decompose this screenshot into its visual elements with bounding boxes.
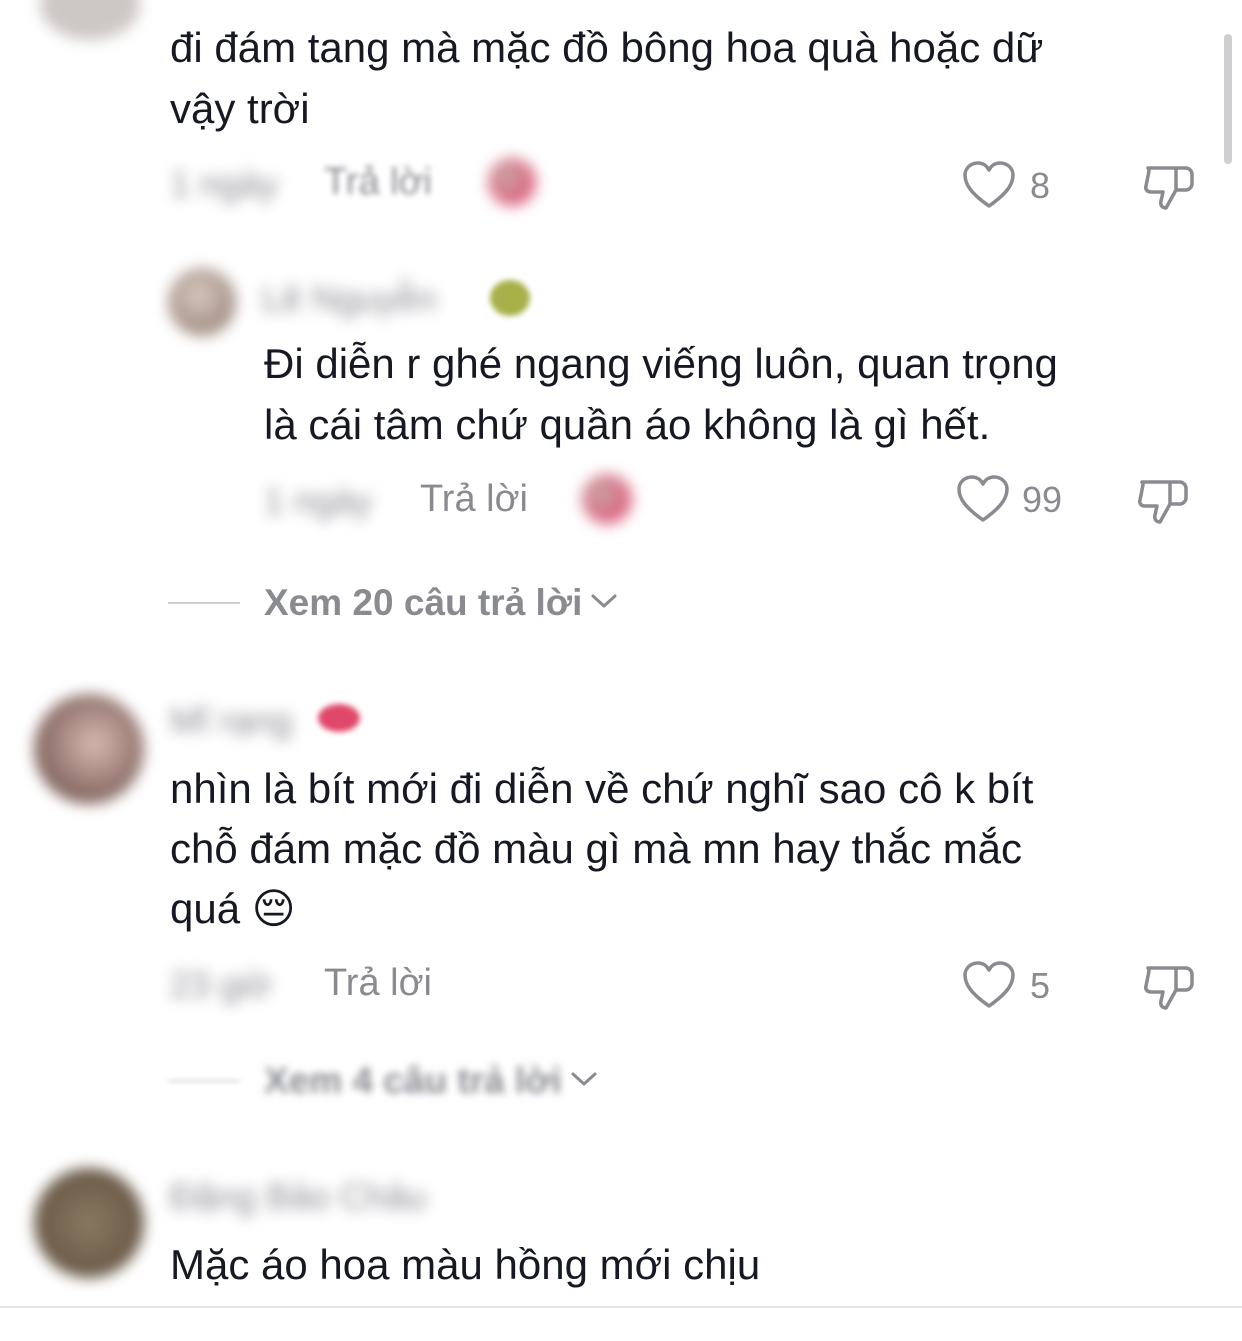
thumbs-down-icon — [1142, 960, 1196, 1014]
dislike-button[interactable] — [1142, 960, 1196, 1014]
like-count: 5 — [1030, 965, 1051, 1006]
comment-username[interactable]: Đặng Bảo Châu — [170, 1176, 426, 1218]
like-count: 99 — [1022, 479, 1063, 520]
view-replies-label: Xem 20 câu trả lời — [264, 582, 583, 623]
heart-outline-icon — [962, 160, 1016, 210]
avatar[interactable] — [34, 1168, 144, 1278]
reply-text-line: là cái tâm chứ quần áo không là gì hết. — [264, 401, 991, 448]
comment-text-line: nhìn là bít mới đi diễn về chứ nghĩ sao … — [170, 765, 1034, 812]
avatar[interactable] — [34, 694, 144, 804]
reply-button[interactable]: Trả lời — [324, 161, 432, 204]
avatar[interactable] — [168, 268, 236, 336]
comment-text-line: chỗ đám mặc đồ màu gì mà mn hay thắc mắc — [170, 825, 1023, 872]
comment-username[interactable]: Mĩ rạng — [170, 700, 292, 742]
view-replies-button[interactable]: Xem 4 câu trả lời — [264, 1060, 598, 1102]
username-emoji-icon — [318, 704, 360, 732]
heart-outline-icon — [962, 960, 1016, 1010]
creator-reaction-icon — [582, 474, 632, 524]
scrollbar[interactable] — [1224, 34, 1232, 164]
like-button[interactable] — [962, 160, 1016, 210]
divider-line — [168, 1080, 240, 1082]
reply-text-line: Đi diễn r ghé ngang viếng luôn, quan trọ… — [264, 340, 1058, 387]
bottom-divider — [0, 1306, 1242, 1308]
view-replies-button[interactable]: Xem 20 câu trả lời — [264, 582, 618, 624]
avatar[interactable] — [40, 0, 140, 40]
like-button[interactable] — [962, 960, 1016, 1010]
heart-outline-icon — [956, 474, 1010, 524]
comment-text-line: quá 😔 — [170, 885, 296, 932]
comment-time: 23 giờ — [170, 964, 272, 1005]
comment-text-line: đi đám tang mà mặc đồ bông hoa quà hoặc … — [170, 24, 1044, 71]
username-emoji-icon — [490, 280, 530, 316]
comment-text-line: vậy trời — [170, 85, 310, 132]
chevron-down-icon — [570, 1069, 598, 1094]
chevron-down-icon — [590, 591, 618, 616]
like-count: 8 — [1030, 165, 1051, 206]
comment-text-line: Mặc áo hoa màu hồng mới chịu — [170, 1241, 761, 1288]
reply-button[interactable]: Trả lời — [324, 962, 432, 1005]
thumbs-down-icon — [1136, 474, 1190, 528]
comment-time: 1 ngày — [170, 163, 279, 204]
dislike-button[interactable] — [1142, 160, 1196, 214]
like-button[interactable] — [956, 474, 1010, 524]
view-replies-label: Xem 4 câu trả lời — [264, 1060, 562, 1101]
reply-username[interactable]: Lê Nguyễn — [262, 278, 436, 320]
dislike-button[interactable] — [1136, 474, 1190, 528]
reply-time: 1 ngày — [264, 480, 373, 521]
thumbs-down-icon — [1142, 160, 1196, 214]
divider-line — [168, 602, 240, 604]
creator-reaction-icon — [488, 158, 536, 206]
reply-button[interactable]: Trả lời — [420, 478, 528, 521]
